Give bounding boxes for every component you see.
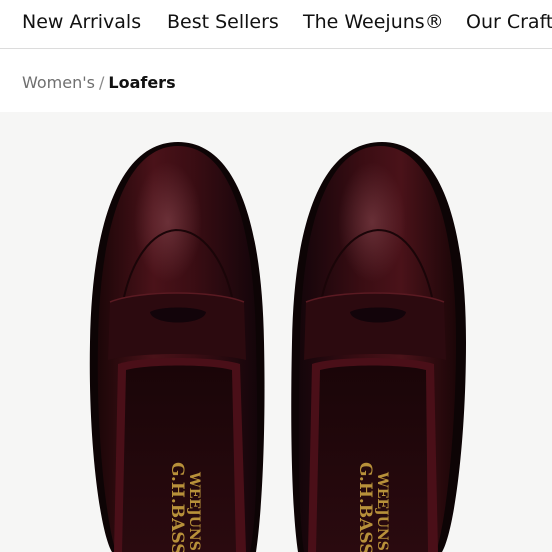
breadcrumb-womens-link[interactable]: Women's [22, 73, 95, 92]
nav-our-craft[interactable]: Our Craft [466, 10, 552, 34]
right-loafer: G.H.BASS WEEJUNS [291, 142, 466, 552]
brand-stamp-left: G.H.BASS [167, 462, 187, 552]
brand-stamp-right-2: WEEJUNS [374, 471, 390, 551]
breadcrumb-current-page: Loafers [108, 73, 176, 92]
breadcrumb: Women's / Loafers [22, 72, 176, 94]
left-loafer: G.H.BASS WEEJUNS [89, 142, 265, 552]
penny-loafers-image: G.H.BASS WEEJUNS G.H.BASS WEEJUNS [89, 142, 466, 552]
top-navigation: New Arrivals Best Sellers The Weejuns® O… [0, 0, 552, 49]
nav-best-sellers[interactable]: Best Sellers [167, 10, 279, 34]
brand-stamp-left-2: WEEJUNS [186, 471, 202, 551]
breadcrumb-separator: / [98, 73, 105, 92]
brand-stamp-right: G.H.BASS [355, 462, 375, 552]
nav-the-weejuns[interactable]: The Weejuns® [303, 10, 444, 34]
product-page: New Arrivals Best Sellers The Weejuns® O… [0, 0, 552, 552]
nav-new-arrivals[interactable]: New Arrivals [22, 10, 141, 34]
product-image[interactable]: G.H.BASS WEEJUNS G.H.BASS WEEJUNS [0, 112, 552, 552]
